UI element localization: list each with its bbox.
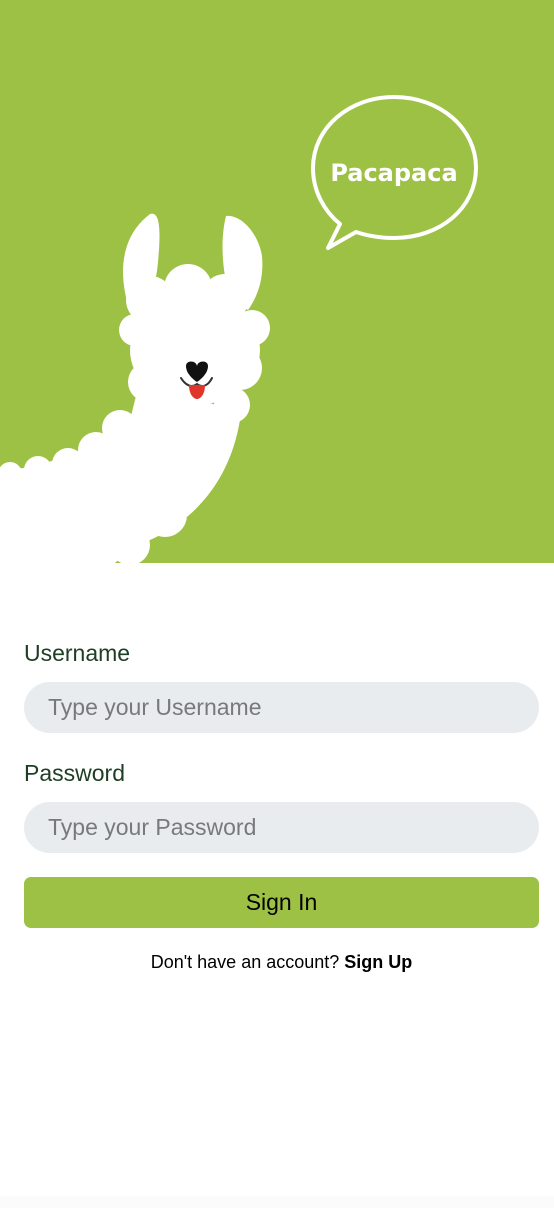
password-input[interactable] (24, 802, 539, 853)
sign-up-link[interactable]: Sign Up (344, 952, 412, 972)
bottom-strip (0, 1196, 554, 1208)
hero-banner: Pacapaca (0, 0, 554, 563)
username-input[interactable] (24, 682, 539, 733)
signup-prompt: Don't have an account? (150, 952, 345, 972)
speech-bubble: Pacapaca (311, 95, 478, 250)
login-form: Username Password Sign In Don't have an … (24, 636, 539, 973)
signup-row: Don't have an account? Sign Up (24, 952, 539, 973)
alpaca-body (0, 213, 270, 563)
bubble-text: Pacapaca (330, 159, 457, 187)
alpaca-illustration: Pacapaca (0, 95, 478, 563)
sign-in-button[interactable]: Sign In (24, 877, 539, 928)
password-label: Password (24, 760, 125, 786)
username-label: Username (24, 640, 131, 666)
